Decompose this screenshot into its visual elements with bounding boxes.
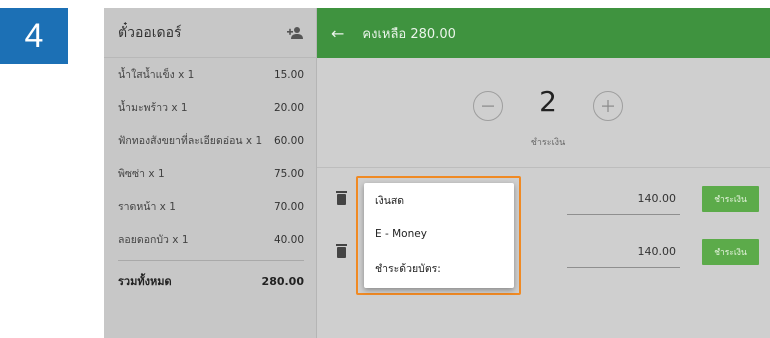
order-item[interactable]: น้ำใสน้ำแข็ง x 1 15.00 <box>118 58 304 91</box>
order-item-price: 20.00 <box>273 101 304 114</box>
increase-split-button[interactable] <box>593 91 623 121</box>
order-item[interactable]: ฟักทองสังขยาที่ละเอียดอ่อน x 1 60.00 <box>118 124 304 157</box>
order-item-price: 75.00 <box>273 167 304 180</box>
add-customer-icon[interactable] <box>286 26 304 40</box>
step-number-badge: 4 <box>0 8 68 64</box>
order-item[interactable]: ราดหน้า x 1 70.00 <box>118 190 304 223</box>
order-item[interactable]: พิซซ่า x 1 75.00 <box>118 157 304 190</box>
order-item-name: ฟักทองสังขยาที่ละเอียดอ่อน x 1 <box>118 135 263 147</box>
payment-method-card[interactable]: ชำระด้วยบัตร: <box>364 251 514 285</box>
payment-method-dropdown: เงินสด E - Money ชำระด้วยบัตร: <box>364 183 514 288</box>
order-ticket-panel: ตั๋วออเดอร์ น้ำใสน้ำแข็ง x 1 15.00 น้ำมะ… <box>104 8 317 338</box>
payment-method-cash[interactable]: เงินสด <box>364 183 514 217</box>
split-payment-area: 2 ชำระเงิน <box>317 58 770 168</box>
decrease-split-button[interactable] <box>473 91 503 121</box>
payment-amount[interactable]: 140.00 <box>638 245 677 258</box>
order-item-name: น้ำมะพร้าว x 1 <box>118 102 188 114</box>
trash-icon[interactable] <box>336 191 347 205</box>
pay-button[interactable]: ชำระเงิน <box>702 186 759 212</box>
payment-method-emoney[interactable]: E - Money <box>364 217 514 251</box>
order-title: ตั๋วออเดอร์ <box>118 24 182 41</box>
payment-header: ← คงเหลือ 280.00 <box>317 8 770 58</box>
order-item-name: ราดหน้า x 1 <box>118 201 176 213</box>
order-item-name: พิซซ่า x 1 <box>118 168 165 180</box>
order-item-list: น้ำใสน้ำแข็ง x 1 15.00 น้ำมะพร้าว x 1 20… <box>104 58 316 301</box>
order-header: ตั๋วออเดอร์ <box>104 8 316 58</box>
order-item[interactable]: ลอยดอกบัว x 1 40.00 <box>118 223 304 256</box>
order-item-name: ลอยดอกบัว x 1 <box>118 234 189 246</box>
amount-underline <box>567 214 680 215</box>
order-item-price: 40.00 <box>273 233 304 246</box>
pay-button[interactable]: ชำระเงิน <box>702 239 759 265</box>
trash-icon[interactable] <box>336 244 347 258</box>
order-item-name: น้ำใสน้ำแข็ง x 1 <box>118 69 195 81</box>
order-item[interactable]: น้ำมะพร้าว x 1 20.00 <box>118 91 304 124</box>
payment-amount[interactable]: 140.00 <box>638 192 677 205</box>
order-total: รวมทั้งหมด 280.00 <box>118 261 304 301</box>
order-item-price: 15.00 <box>273 68 304 81</box>
total-label: รวมทั้งหมด <box>118 275 172 288</box>
order-item-price: 60.00 <box>273 134 304 147</box>
remaining-balance: คงเหลือ 280.00 <box>362 26 456 42</box>
split-count: 2 <box>539 85 557 118</box>
total-value: 280.00 <box>261 274 304 288</box>
split-caption: ชำระเงิน <box>530 138 566 148</box>
back-arrow-icon[interactable]: ← <box>331 24 344 43</box>
order-item-price: 70.00 <box>273 200 304 213</box>
amount-underline <box>567 267 680 268</box>
